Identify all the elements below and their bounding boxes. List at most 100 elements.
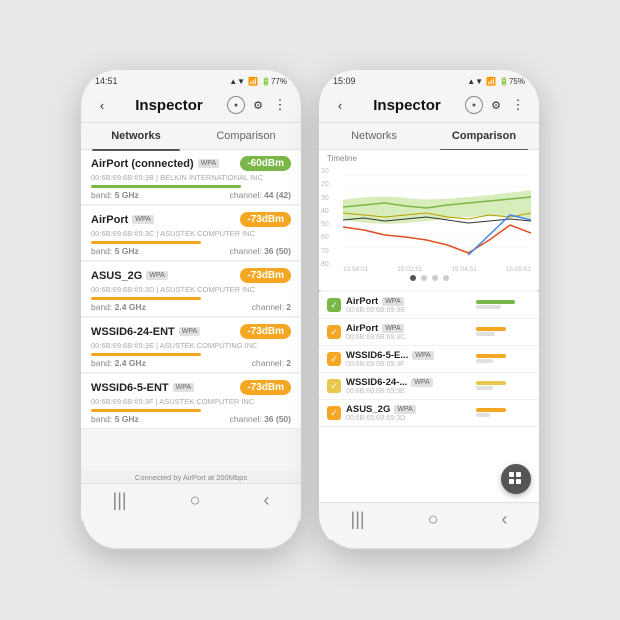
connected-note: Connected by AirPort at 200Mbps <box>81 470 301 483</box>
network-band-3: band: 2.4 GHz <box>91 358 146 368</box>
dot-3[interactable] <box>432 275 438 281</box>
comp-item-1[interactable]: ✓ AirPort WPA 00:6B:69:6B:69:3C <box>319 319 539 346</box>
comp-check-3[interactable]: ✓ <box>327 379 341 393</box>
more-button-right[interactable]: ⋮ <box>507 94 529 116</box>
comp-bar-1a <box>476 327 506 331</box>
app-title-left: Inspector <box>113 97 225 114</box>
signal-badge-4: -73dBm <box>240 380 291 395</box>
nav-home-right[interactable]: ○ <box>428 509 439 530</box>
comp-bar-wrap-3 <box>476 381 531 391</box>
network-band-2: band: 2.4 GHz <box>91 302 146 312</box>
comp-bar-3a <box>476 381 506 385</box>
network-list: AirPort (connected) WPA -60dBm 00:6B:69:… <box>81 150 301 470</box>
nav-home-left[interactable]: ○ <box>190 490 201 511</box>
network-item-2[interactable]: ASUS_2G WPA -73dBm 00:6B:69:6B:69:3D | A… <box>81 262 301 317</box>
network-badge-1: WPA <box>132 215 153 224</box>
grid-fab-button[interactable] <box>501 464 531 494</box>
status-icons-right: ▲▼ 📶 🔋75% <box>467 77 525 86</box>
more-button-left[interactable]: ⋮ <box>269 94 291 116</box>
comp-bar-wrap-4 <box>476 408 531 418</box>
network-band-0: band: 5 GHz <box>91 190 139 200</box>
comp-bar-wrap-1 <box>476 327 531 337</box>
left-phone: 14:51 ▲▼ 📶 🔋77% ‹ Inspector ● ⚙ ⋮ Networ… <box>81 70 301 550</box>
chart-y-labels: 10 20 30 40 50 60 70 80 <box>321 168 329 268</box>
network-item-1[interactable]: AirPort WPA -73dBm 00:6B:69:6B:69:3C | A… <box>81 206 301 261</box>
network-band-4: band: 5 GHz <box>91 414 139 424</box>
comp-check-4[interactable]: ✓ <box>327 406 341 420</box>
nav-back-left[interactable]: ‹ <box>263 490 269 511</box>
comp-item-4[interactable]: ✓ ASUS_2G WPA 00:6B:69:6B:69:3D <box>319 400 539 427</box>
network-name-3: WSSID6-24-ENT <box>91 326 175 338</box>
nav-back-right[interactable]: ‹ <box>501 509 507 530</box>
chart-title: Timeline <box>327 154 531 163</box>
right-phone: 15:09 ▲▼ 📶 🔋75% ‹ Inspector ● ⚙ ⋮ Networ… <box>319 70 539 550</box>
dot-4[interactable] <box>443 275 449 281</box>
comp-item-0[interactable]: ✓ AirPort WPA 00:6B:69:6B:69:3B <box>319 292 539 319</box>
comp-check-2[interactable]: ✓ <box>327 352 341 366</box>
network-mac-1: 00:6B:69:6B:69:3C | ASUSTEK COMPUTER INC <box>91 229 291 238</box>
app-title-right: Inspector <box>351 97 463 114</box>
comp-item-3[interactable]: ✓ WSSID6-24-... WPA 00:6B:69:6B:69:3E <box>319 373 539 400</box>
comp-bar-3b <box>476 386 493 390</box>
dot-button-right[interactable]: ● <box>465 96 483 114</box>
tune-button-right[interactable]: ⚙ <box>485 94 507 116</box>
dot-1[interactable] <box>410 275 416 281</box>
comp-bar-2a <box>476 354 506 358</box>
network-channel-3: channel: 2 <box>252 358 291 368</box>
comp-badge-0: WPA <box>382 297 403 306</box>
network-name-1: AirPort <box>91 214 128 226</box>
dot-2[interactable] <box>421 275 427 281</box>
network-name-2: ASUS_2G <box>91 270 142 282</box>
signal-bar-0 <box>91 185 241 188</box>
tab-networks-right[interactable]: Networks <box>319 123 429 149</box>
status-bar-left: 14:51 ▲▼ 📶 🔋77% <box>81 70 301 88</box>
signal-badge-1: -73dBm <box>240 212 291 227</box>
network-item-4[interactable]: WSSID6-5-ENT WPA -73dBm 00:6B:69:6B:69:3… <box>81 374 301 429</box>
network-mac-3: 00:6B:69:6B:69:3E | ASUSTEK COMPUTING IN… <box>91 341 291 350</box>
comp-mac-2: 00:6B:69:6B:69:3F <box>346 361 471 368</box>
comp-check-0[interactable]: ✓ <box>327 298 341 312</box>
comp-name-2: WSSID6-5-E... <box>346 350 408 361</box>
network-channel-1: channel: 36 (50) <box>230 246 291 256</box>
network-channel-4: channel: 36 (50) <box>230 414 291 424</box>
comp-badge-4: WPA <box>394 405 415 414</box>
tab-comparison-right[interactable]: Comparison <box>429 123 539 149</box>
comp-badge-1: WPA <box>382 324 403 333</box>
nav-menu-left[interactable]: ||| <box>113 490 127 511</box>
network-item-3[interactable]: WSSID6-24-ENT WPA -73dBm 00:6B:69:6B:69:… <box>81 318 301 373</box>
comp-badge-2: WPA <box>412 351 433 360</box>
tab-comparison-left[interactable]: Comparison <box>191 123 301 149</box>
comp-bar-4a <box>476 408 506 412</box>
app-bar-left: ‹ Inspector ● ⚙ ⋮ <box>81 88 301 123</box>
comp-name-1: AirPort <box>346 323 378 334</box>
network-item-0[interactable]: AirPort (connected) WPA -60dBm 00:6B:69:… <box>81 150 301 205</box>
status-bar-right: 15:09 ▲▼ 📶 🔋75% <box>319 70 539 88</box>
tabs-right: Networks Comparison <box>319 123 539 150</box>
network-channel-2: channel: 2 <box>252 302 291 312</box>
tab-networks-left[interactable]: Networks <box>81 123 191 149</box>
dot-button-left[interactable]: ● <box>227 96 245 114</box>
chart-dots <box>327 275 531 281</box>
comp-item-2[interactable]: ✓ WSSID6-5-E... WPA 00:6B:69:6B:69:3F <box>319 346 539 373</box>
back-button-left[interactable]: ‹ <box>91 94 113 116</box>
back-button-right[interactable]: ‹ <box>329 94 351 116</box>
network-badge-2: WPA <box>146 271 167 280</box>
app-bar-right: ‹ Inspector ● ⚙ ⋮ <box>319 88 539 123</box>
network-channel-0: channel: 44 (42) <box>230 190 291 200</box>
signal-bar-2 <box>91 297 201 300</box>
signal-bar-3 <box>91 353 201 356</box>
comp-name-4: ASUS_2G <box>346 404 390 415</box>
nav-menu-right[interactable]: ||| <box>351 509 365 530</box>
signal-badge-2: -73dBm <box>240 268 291 283</box>
signal-badge-0: -60dBm <box>240 156 291 171</box>
signal-bar-1 <box>91 241 201 244</box>
chart-svg-wrap <box>343 165 531 265</box>
tune-button-left[interactable]: ⚙ <box>247 94 269 116</box>
comp-bar-0a <box>476 300 515 304</box>
signal-bar-4 <box>91 409 201 412</box>
comp-name-col-0: AirPort WPA 00:6B:69:6B:69:3B <box>346 296 471 314</box>
status-icons-left: ▲▼ 📶 🔋77% <box>229 77 287 86</box>
comp-check-1[interactable]: ✓ <box>327 325 341 339</box>
comp-bar-4b <box>476 413 490 417</box>
comp-badge-3: WPA <box>411 378 432 387</box>
